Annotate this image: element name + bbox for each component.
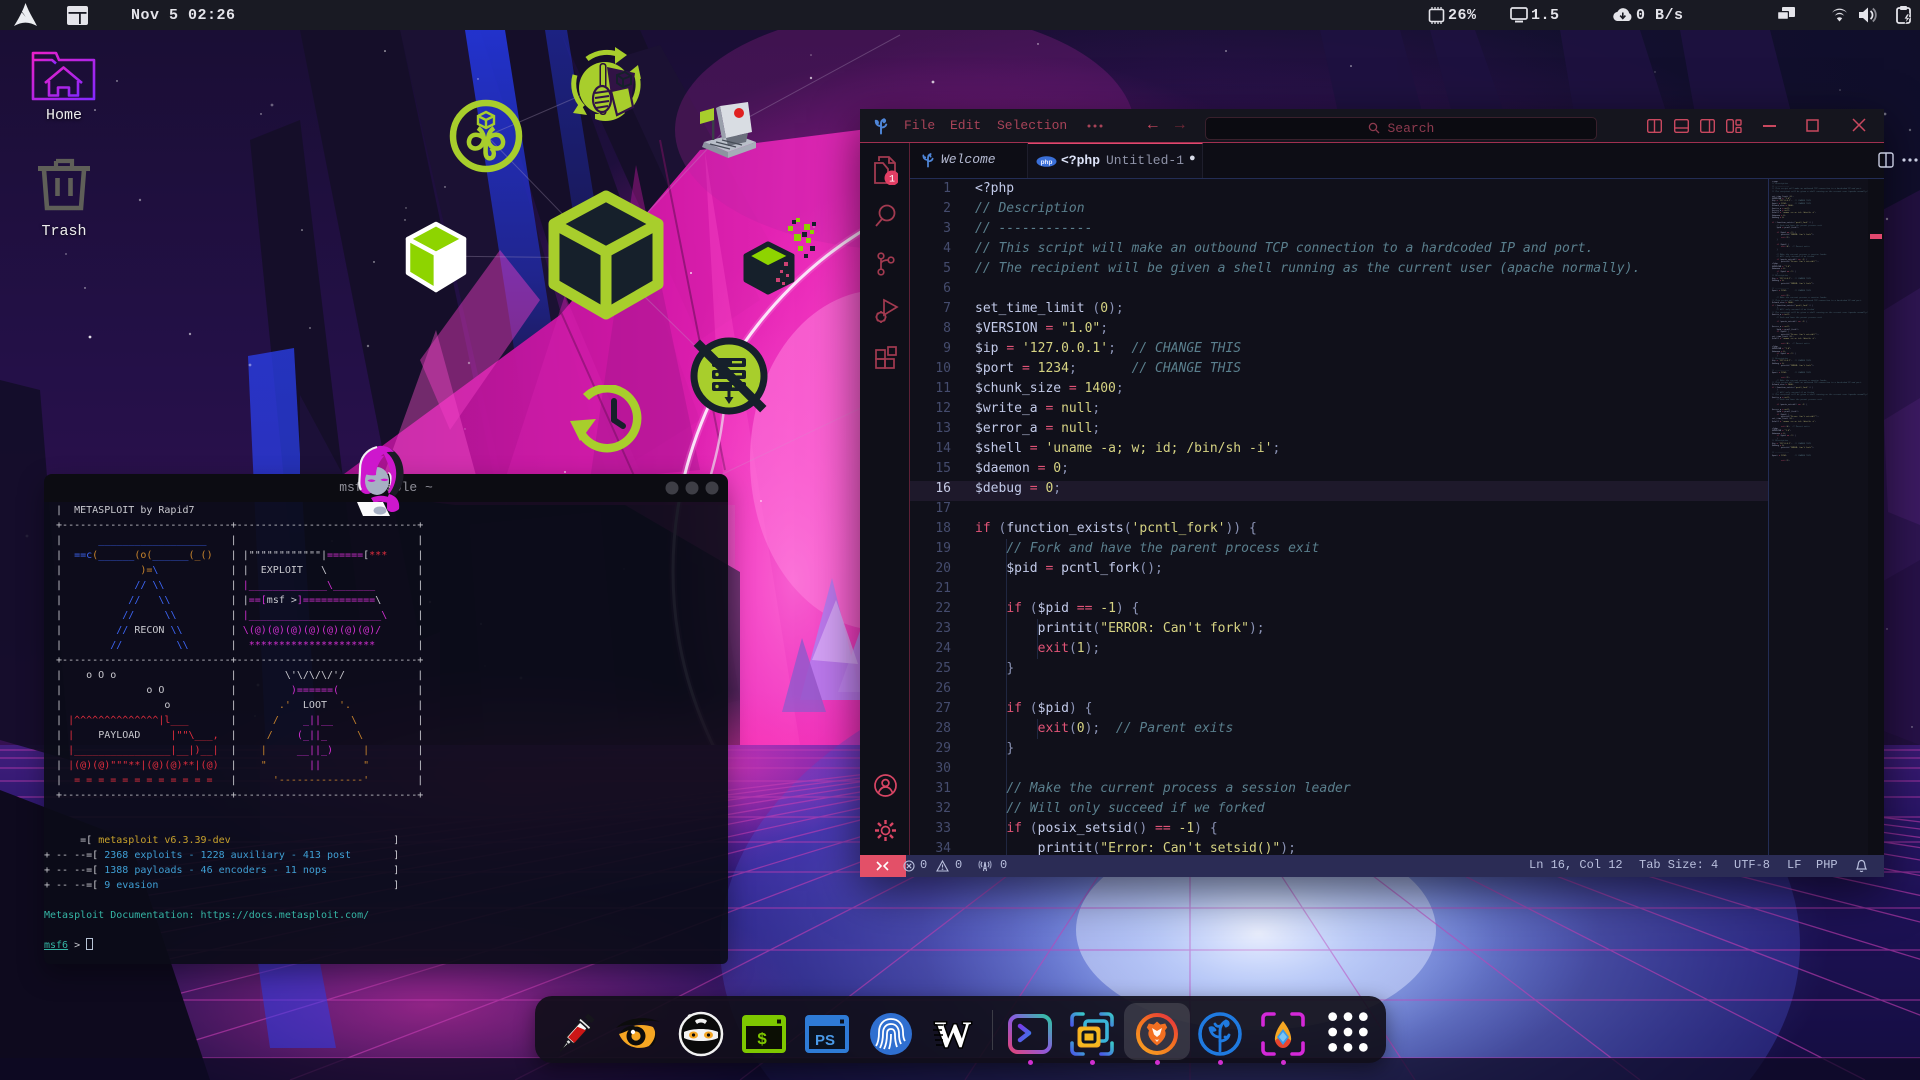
svg-text:$: $ (757, 1031, 767, 1050)
svg-text:1: 1 (889, 175, 895, 186)
svg-text:php: php (1041, 159, 1053, 166)
svg-text:PS: PS (815, 1032, 835, 1049)
